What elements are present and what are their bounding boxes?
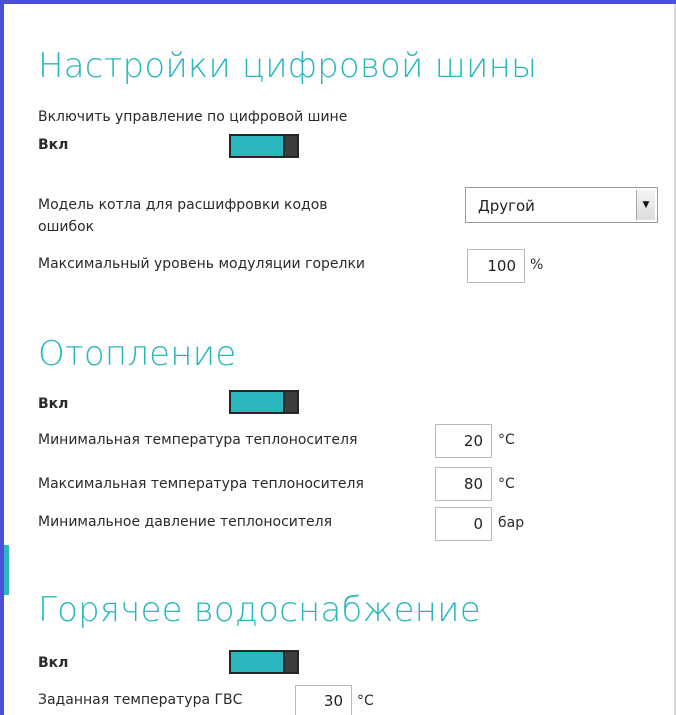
min-pressure-unit: бар xyxy=(498,515,525,531)
max-temp-unit: °C xyxy=(498,476,515,492)
bus-state-label: Вкл xyxy=(38,137,69,153)
bus-enable-toggle[interactable] xyxy=(229,134,299,158)
heating-state-label: Вкл xyxy=(38,396,69,412)
modulation-label: Максимальный уровень модуляции горелки xyxy=(38,256,366,272)
boiler-model-value: Другой xyxy=(478,197,535,215)
min-pressure-label: Минимальное давление теплоносителя xyxy=(38,514,333,530)
toggle-knob xyxy=(285,136,297,156)
chevron-down-icon[interactable]: ▼ xyxy=(636,190,655,220)
target-temp-input[interactable] xyxy=(295,685,352,715)
target-temp-unit: °C xyxy=(357,693,374,709)
section-title-heating: Отопление xyxy=(38,334,237,374)
min-temp-unit: °C xyxy=(498,432,515,448)
scroll-indicator xyxy=(4,545,9,595)
window-top-border xyxy=(0,0,676,4)
window-left-border xyxy=(0,0,4,715)
boiler-model-select[interactable]: Другой ▼ xyxy=(465,187,658,223)
toggle-knob xyxy=(285,392,297,412)
heating-enable-toggle[interactable] xyxy=(229,390,299,414)
modulation-unit: % xyxy=(530,257,544,273)
toggle-fill xyxy=(231,652,283,672)
toggle-fill xyxy=(231,392,283,412)
boiler-model-label: Модель котла для расшифровки кодов xyxy=(38,197,328,213)
min-temp-input[interactable] xyxy=(435,424,492,458)
min-temp-label: Минимальная температура теплоносителя xyxy=(38,432,358,448)
section-title-hot-water: Горячее водоснабжение xyxy=(38,590,481,630)
hot-water-state-label: Вкл xyxy=(38,655,69,671)
boiler-model-label-cont: ошибок xyxy=(38,219,95,235)
max-temp-label: Максимальная температура теплоносителя xyxy=(38,476,364,492)
min-pressure-input[interactable] xyxy=(435,507,492,541)
toggle-knob xyxy=(285,652,297,672)
section-title-digital-bus: Настройки цифровой шины xyxy=(38,46,538,86)
hot-water-enable-toggle[interactable] xyxy=(229,650,299,674)
modulation-input[interactable] xyxy=(467,249,525,283)
toggle-fill xyxy=(231,136,283,156)
target-temp-label: Заданная температура ГВС xyxy=(38,692,243,708)
enable-bus-label: Включить управление по цифровой шине xyxy=(38,109,348,125)
max-temp-input[interactable] xyxy=(435,467,492,501)
